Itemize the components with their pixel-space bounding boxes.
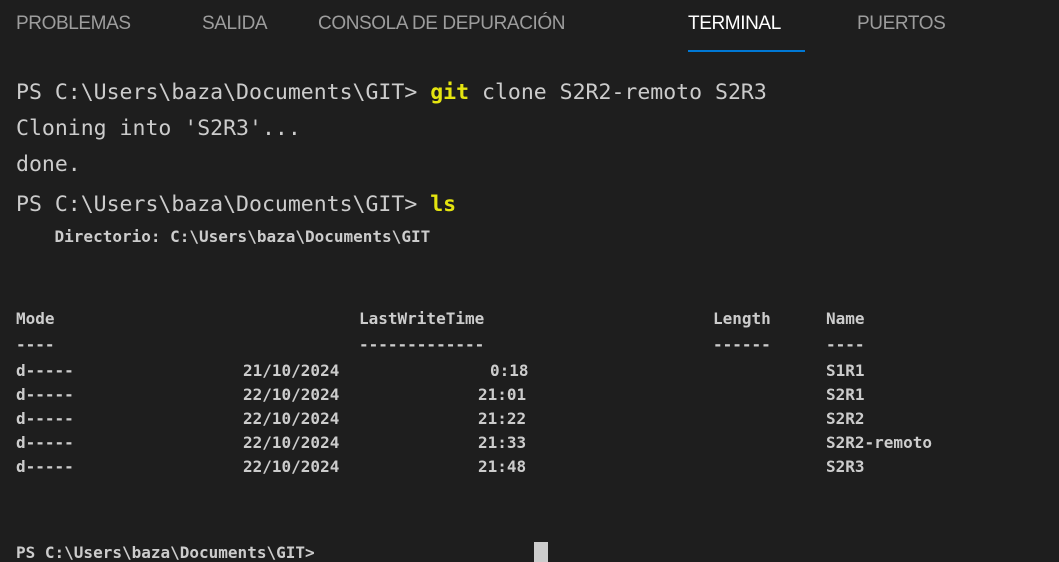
row-mode: d-----: [16, 433, 74, 452]
row-time: 21:48: [478, 457, 527, 476]
terminal-line-done: done.: [16, 152, 81, 177]
tab-terminal[interactable]: TERMINAL: [688, 12, 781, 36]
row-date: 22/10/2024: [243, 409, 340, 428]
row-mode: d-----: [16, 457, 74, 476]
tab-puertos[interactable]: PUERTOS: [857, 12, 946, 36]
terminal-line-final-prompt: PS C:\Users\baza\Documents\GIT>: [16, 543, 325, 562]
table-underline-length: ------: [713, 335, 771, 354]
command-keyword-git: git: [430, 80, 470, 105]
terminal-line-directory: Directorio: C:\Users\baza\Documents\GIT: [16, 227, 431, 246]
row-mode: d-----: [16, 361, 74, 380]
table-underline-lastwritetime: -------------: [359, 335, 485, 354]
prompt-text: PS C:\Users\baza\Documents\GIT>: [16, 192, 431, 217]
row-name: S1R1: [826, 361, 865, 380]
prompt-text: PS C:\Users\baza\Documents\GIT>: [16, 80, 431, 105]
active-tab-indicator: [688, 50, 805, 52]
table-header-lastwritetime: LastWriteTime: [359, 309, 485, 328]
row-date: 22/10/2024: [243, 385, 340, 404]
command-args: clone S2R2-remoto S2R3: [469, 80, 767, 105]
row-date: 22/10/2024: [243, 433, 340, 452]
command-keyword-ls: ls: [430, 192, 457, 217]
row-name: S2R2: [826, 409, 865, 428]
row-time: 21:22: [478, 409, 527, 428]
row-date: 22/10/2024: [243, 457, 340, 476]
terminal-line-command-clone: PS C:\Users\baza\Documents\GIT> git clon…: [16, 78, 767, 108]
terminal-output[interactable]: PS C:\Users\baza\Documents\GIT> git clon…: [0, 56, 1059, 562]
row-time: 21:33: [478, 433, 527, 452]
tab-problemas[interactable]: PROBLEMAS: [16, 12, 131, 36]
table-header-name: Name: [826, 309, 865, 328]
row-date: 21/10/2024: [243, 361, 340, 380]
table-underline-mode: ----: [16, 335, 55, 354]
tab-salida[interactable]: SALIDA: [202, 12, 268, 36]
row-name: S2R2-remoto: [826, 433, 932, 452]
row-time: 0:18: [490, 361, 529, 380]
table-header-mode: Mode: [16, 309, 55, 328]
table-underline-name: ----: [826, 335, 865, 354]
row-name: S2R3: [826, 457, 865, 476]
terminal-line-command-ls: PS C:\Users\baza\Documents\GIT> ls: [16, 190, 456, 220]
row-time: 21:01: [478, 385, 527, 404]
panel-tabs: PROBLEMAS SALIDA CONSOLA DE DEPURACIÓN T…: [0, 0, 1059, 56]
terminal-panel: PROBLEMAS SALIDA CONSOLA DE DEPURACIÓN T…: [0, 0, 1059, 562]
terminal-cursor: [534, 542, 548, 562]
row-mode: d-----: [16, 409, 74, 428]
tab-consola-de-depuracion[interactable]: CONSOLA DE DEPURACIÓN: [318, 12, 566, 36]
row-name: S2R1: [826, 385, 865, 404]
row-mode: d-----: [16, 385, 74, 404]
table-header-length: Length: [713, 309, 771, 328]
terminal-line-cloning: Cloning into 'S2R3'...: [16, 116, 301, 141]
